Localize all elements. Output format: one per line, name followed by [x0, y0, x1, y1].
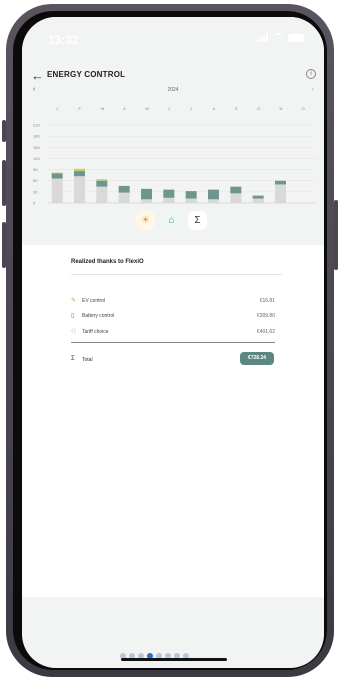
bar-segment [74, 176, 85, 203]
tariff-icon: ⚇ [71, 329, 77, 335]
total-label: Total [82, 357, 93, 363]
month-label: F [78, 106, 81, 111]
bar-segment [141, 188, 152, 200]
savings-row-battery: ▯ Battery control €309.80 [71, 312, 275, 322]
savings-title: Realized thanks to FlexiO [71, 259, 144, 265]
screen: 13:32 ← ENERGY CONTROL i ‹ 2024 › J F M A M J… [22, 17, 324, 668]
bar-segment [118, 185, 130, 193]
bar-segment [185, 191, 197, 199]
savings-row-amount: €16.81 [259, 298, 275, 304]
status-bar: 13:32 [22, 17, 324, 63]
mode-switcher: ☀ ⌂ Σ [136, 211, 207, 230]
info-icon[interactable]: i [306, 69, 316, 79]
bar-segment [275, 184, 286, 203]
page-title: ENERGY CONTROL [47, 70, 126, 79]
savings-row-ev: ✎ EV control €16.81 [71, 297, 275, 307]
bar-segment [230, 193, 242, 203]
bar-segment [141, 199, 152, 203]
month-label: J [56, 106, 59, 111]
bar-segment [51, 178, 63, 203]
bar-segment [74, 168, 85, 172]
month-label: M [145, 106, 149, 111]
volume-button [2, 160, 6, 206]
chevron-right-icon[interactable]: › [312, 86, 314, 93]
y-tick-label: 0 [33, 201, 36, 206]
total-amount-badge: €728.24 [240, 352, 274, 365]
bar-segment [96, 186, 108, 203]
signal-icon [257, 33, 268, 42]
month-label: J [190, 106, 193, 111]
month-label: M [100, 106, 105, 111]
y-tick-label: 60 [33, 178, 38, 183]
bar-segment [96, 180, 108, 187]
status-time: 13:32 [48, 33, 79, 47]
energy-bar-chart: 210 180 150 120 90 60 30 0 [33, 123, 316, 206]
savings-row-label: Battery control [82, 313, 115, 319]
month-label: S [234, 106, 238, 111]
bar-segment [51, 172, 63, 174]
month-labels: JFMAMJJASOND [22, 106, 324, 114]
ev-leaf-icon: ✎ [71, 298, 77, 304]
y-tick-label: 150 [33, 145, 40, 150]
bar-segment [252, 198, 264, 203]
battery-icon [288, 33, 304, 42]
savings-row-label: Tariff choice [82, 329, 109, 335]
bar-segment [275, 180, 286, 185]
status-icons [257, 33, 304, 42]
sum-mode-icon[interactable]: Σ [188, 211, 207, 230]
back-arrow-icon[interactable]: ← [31, 68, 44, 83]
savings-card: Realized thanks to FlexiO ✎ EV control €… [22, 245, 324, 597]
y-tick-label: 90 [33, 167, 38, 172]
savings-row-tariff: ⚇ Tariff choice €401.62 [71, 328, 275, 338]
year-selector: ‹ 2024 › [22, 86, 324, 96]
bar-segment [208, 199, 219, 203]
bar-segment [208, 189, 219, 200]
month-label: N [279, 106, 283, 111]
month-label: O [257, 106, 261, 111]
y-tick-label: 210 [33, 123, 40, 128]
bar-segment [74, 171, 85, 177]
divider [71, 342, 275, 343]
bar-segment [252, 195, 264, 199]
bar-segment [118, 192, 130, 203]
volume-button [2, 222, 6, 268]
month-label: J [167, 106, 170, 111]
bar-segment [230, 186, 242, 194]
bar-segment [163, 189, 175, 198]
month-label: D [301, 106, 305, 111]
month-label: A [212, 106, 216, 111]
month-label: A [123, 106, 126, 111]
savings-row-amount: €309.80 [256, 313, 275, 319]
y-tick-label: 180 [33, 134, 40, 139]
divider [71, 274, 282, 275]
year-label: 2024 [167, 87, 179, 93]
y-tick-label: 30 [33, 189, 38, 194]
home-indicator[interactable] [121, 658, 227, 661]
sun-mode-icon[interactable]: ☀ [136, 211, 155, 230]
bar-segment [96, 179, 108, 181]
volume-button [2, 120, 6, 142]
power-button [334, 200, 338, 270]
y-tick-label: 120 [33, 156, 40, 161]
battery-icon: ▯ [71, 313, 75, 319]
wifi-icon [273, 33, 283, 42]
bar-segment [185, 198, 197, 203]
sigma-icon: Σ [71, 356, 75, 362]
bar-segment [163, 197, 175, 203]
savings-row-amount: €401.62 [256, 329, 275, 335]
savings-row-label: EV control [82, 298, 106, 304]
bar-segment [51, 173, 63, 179]
home-mode-icon[interactable]: ⌂ [162, 211, 181, 230]
